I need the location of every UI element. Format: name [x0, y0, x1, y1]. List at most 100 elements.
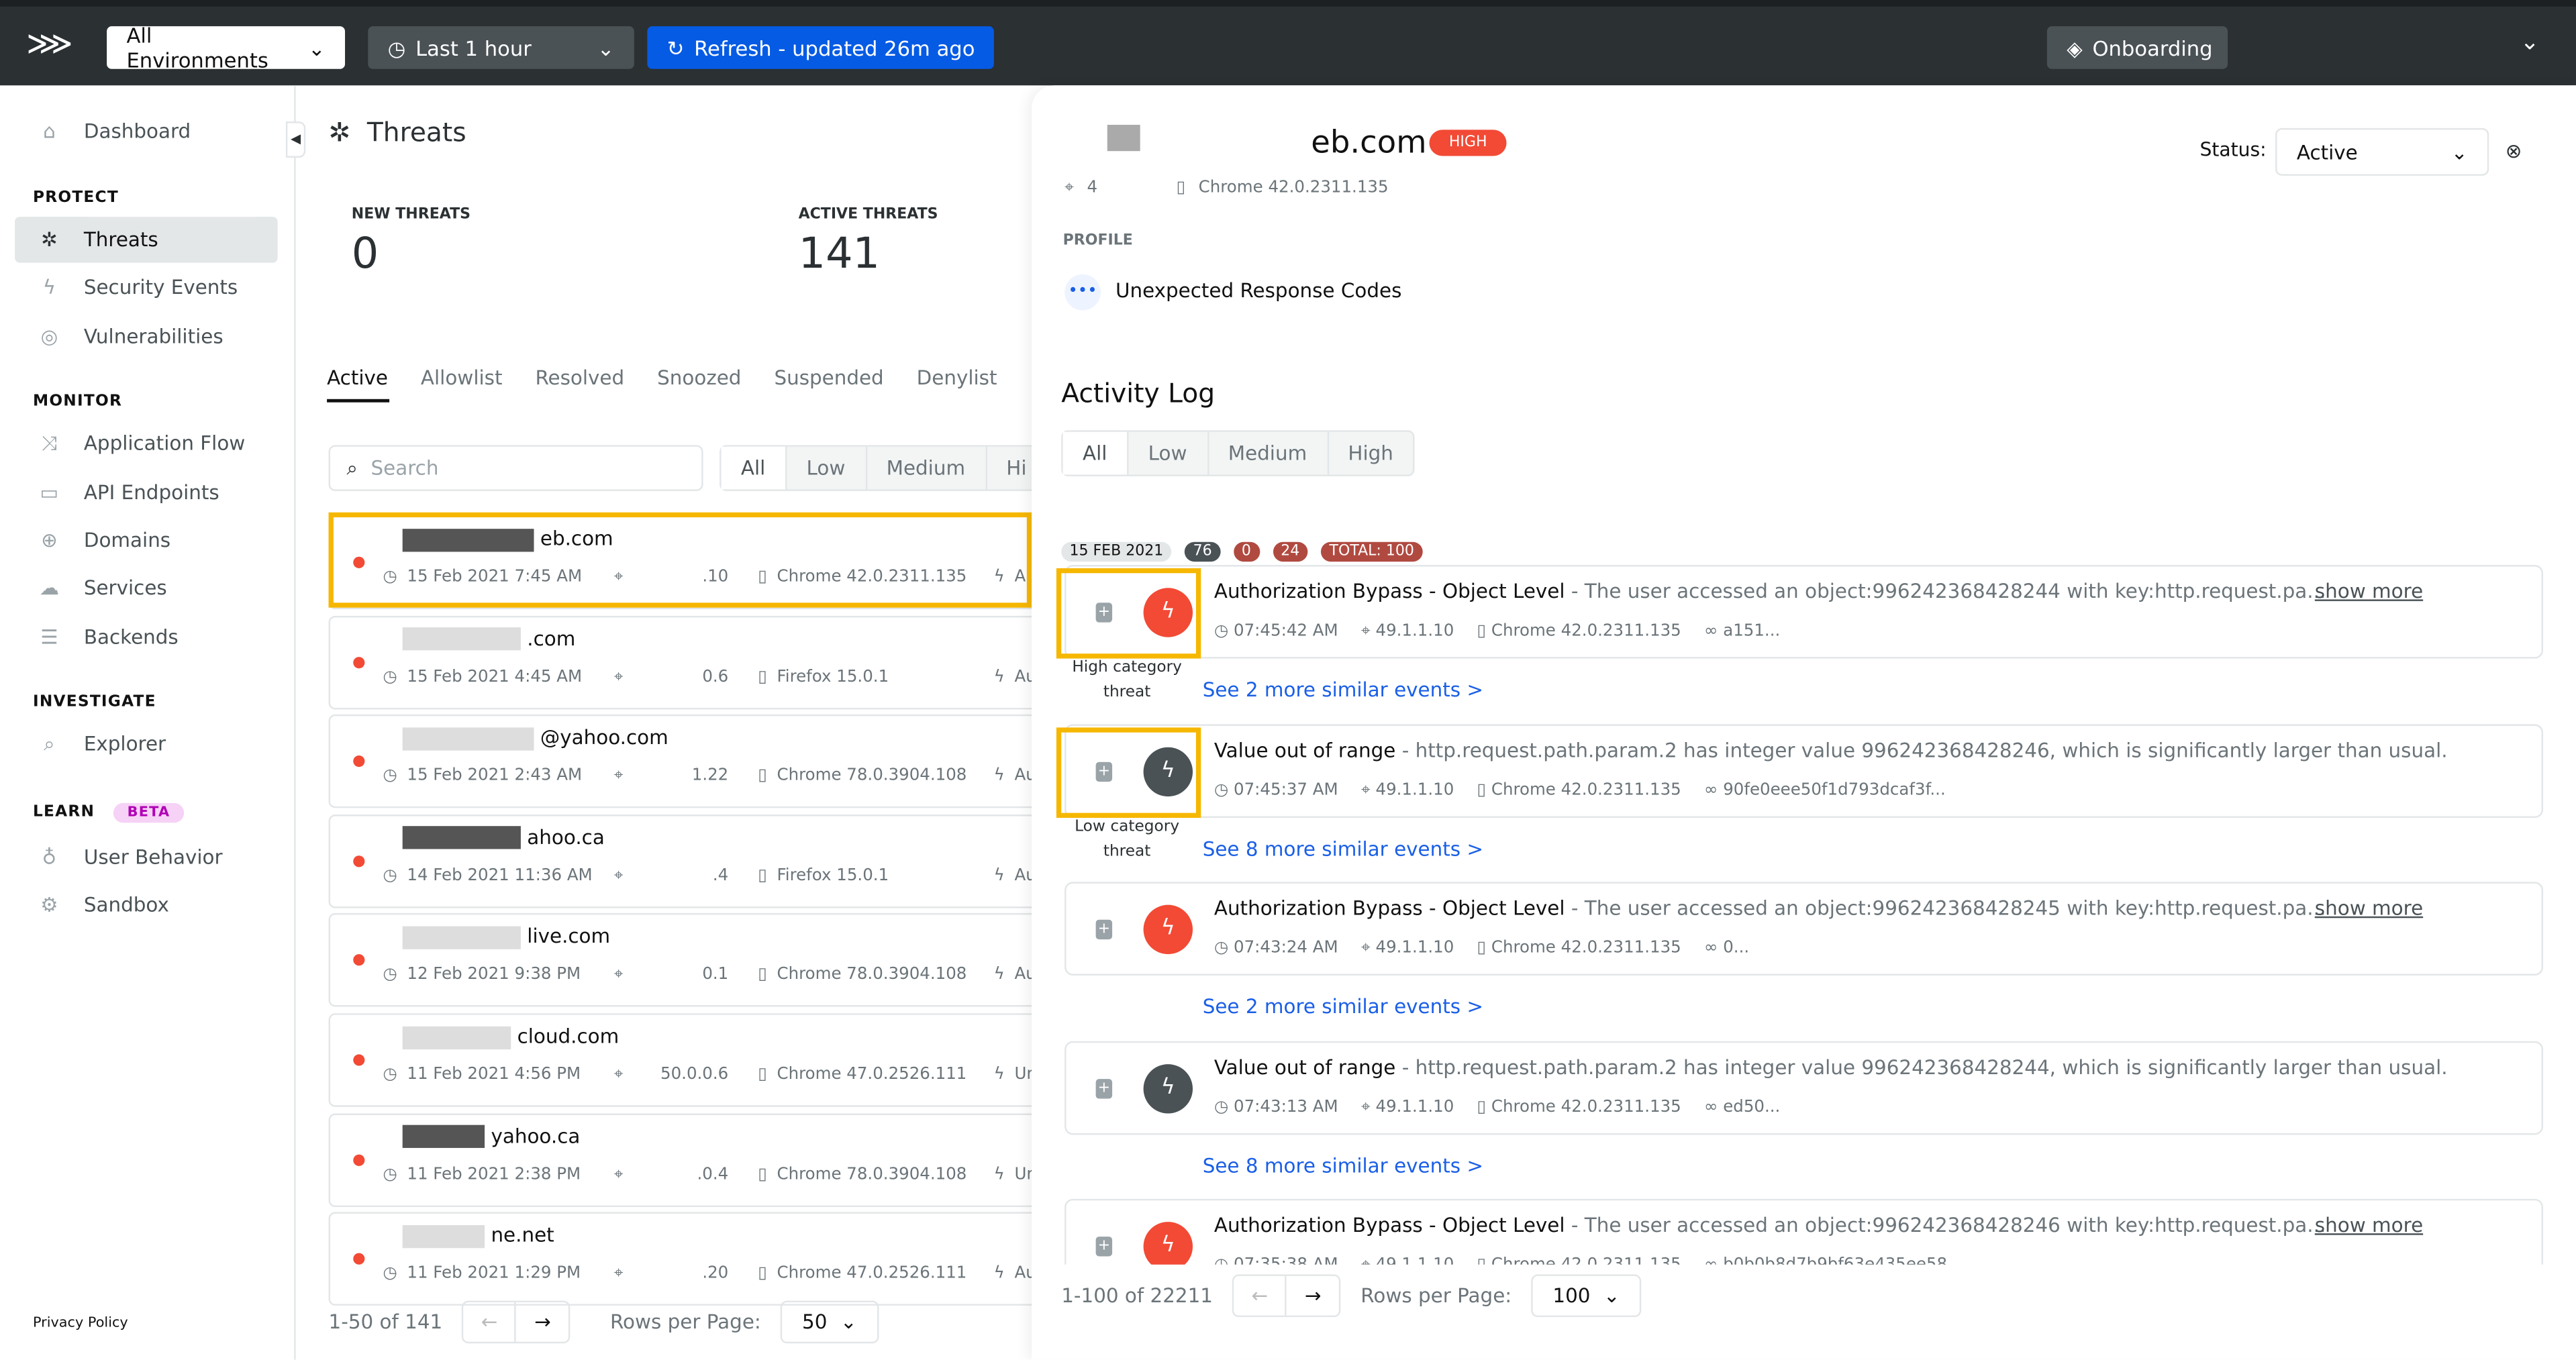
threat-time: 15 Feb 2021 2:43 AM — [407, 767, 583, 786]
sidebar-item-backends[interactable]: ☰ Backends — [15, 614, 278, 660]
event-time: 07:45:42 AM — [1234, 622, 1338, 641]
sidebar-item-services[interactable]: ☁ Services — [15, 565, 278, 611]
clock-icon: ◷ — [1213, 781, 1229, 800]
sidebar-item-api-endpoints[interactable]: ▭ API Endpoints — [15, 470, 278, 516]
logo-icon[interactable]: ⋙ — [26, 23, 73, 62]
rows-per-page-value: 100 — [1552, 1284, 1591, 1308]
activity-pagination: 1-100 of 22211 ← → Rows per Page: 100 ⌄ — [1061, 1274, 1642, 1318]
beta-badge: BETA — [114, 802, 183, 823]
device-icon: ▯ — [758, 1065, 767, 1084]
filter-low[interactable]: Low — [785, 446, 865, 490]
session-icon: ∞ — [1703, 1098, 1718, 1116]
rows-per-page-label: Rows per Page: — [609, 1310, 761, 1334]
activity-event[interactable]: + ϟ Authorization Bypass - Object Level … — [1064, 882, 2544, 976]
filter-all[interactable]: All — [721, 446, 785, 490]
threat-row[interactable]: cloud.com ◷ 11 Feb 2021 4:56 PM ⌖ 50.0.0.6 ▯… — [328, 1013, 1052, 1107]
see-similar-events-link[interactable]: See 8 more similar events > — [1203, 1154, 1483, 1177]
tab-suspended[interactable]: Suspended — [774, 366, 883, 389]
see-similar-events-link[interactable]: See 8 more similar events > — [1203, 837, 1483, 859]
sidebar-item-vulnerabilities[interactable]: ◎ Vulnerabilities — [15, 314, 278, 360]
privacy-policy-link[interactable]: Privacy Policy — [33, 1316, 128, 1332]
severity-dot — [353, 1253, 365, 1265]
environment-label: All Environments — [126, 23, 268, 72]
sidebar-item-sandbox[interactable]: ⚙ Sandbox — [15, 882, 278, 928]
tab-resolved[interactable]: Resolved — [535, 366, 624, 389]
chevron-down-icon: ⌄ — [307, 35, 326, 60]
location-icon: ⌖ — [613, 1165, 624, 1184]
environment-dropdown[interactable]: All Environments ⌄ — [107, 23, 346, 72]
database-icon: ☰ — [40, 625, 58, 649]
event-browser: Chrome 42.0.2311.135 — [1491, 622, 1681, 641]
search-placeholder: Search — [370, 456, 439, 480]
tab-denylist[interactable]: Denylist — [917, 366, 997, 389]
next-page-button[interactable]: → — [516, 1302, 568, 1342]
rows-per-page-select[interactable]: 50 ⌄ — [781, 1300, 879, 1344]
sidebar-item-application-flow[interactable]: ⤨ Application Flow — [15, 421, 278, 467]
collapse-sidebar-button[interactable]: ◀ — [285, 121, 306, 158]
event-description: - The user accessed an object:9962423684… — [1565, 896, 2326, 921]
threat-row[interactable]: live.com ◷ 12 Feb 2021 9:38 PM ⌖ 0.1 ▯ Chrome… — [328, 913, 1052, 1008]
threat-name: ahoo.ca — [527, 825, 605, 849]
next-page-button[interactable]: → — [1287, 1276, 1339, 1316]
section-protect: PROTECT — [32, 189, 119, 207]
show-more-link[interactable]: show more — [2315, 580, 2423, 603]
sidebar-item-label: Backends — [83, 625, 179, 649]
threat-row[interactable]: .com ◷ 15 Feb 2021 4:45 AM ⌖ 0.6 ▯ Firefox 15… — [328, 615, 1052, 709]
lightning-icon: ϟ — [1143, 905, 1193, 955]
threat-ip: .4 — [712, 866, 729, 885]
activity-event[interactable]: + ϟ Value out of range - http.request.pa… — [1064, 723, 2544, 817]
sidebar-item-user-behavior[interactable]: ♁ User Behavior — [15, 834, 278, 880]
show-more-link[interactable]: show more — [2315, 897, 2423, 920]
device-icon: ▯ — [758, 866, 767, 885]
onboarding-button[interactable]: ◈ Onboarding — [2046, 26, 2228, 69]
threat-ip: 0.6 — [702, 668, 729, 686]
threat-row[interactable]: ne.net ◷ 11 Feb 2021 1:29 PM ⌖ .20 ▯ Chrome 4… — [328, 1212, 1052, 1306]
rows-per-page-select[interactable]: 100 ⌄ — [1531, 1274, 1642, 1318]
threat-row[interactable]: ahoo.ca ◷ 14 Feb 2021 11:36 AM ⌖ .4 ▯ Firefox… — [328, 814, 1052, 908]
threat-row[interactable]: yahoo.ca ◷ 11 Feb 2021 2:38 PM ⌖ .0.4 ▯ Chrom… — [328, 1112, 1052, 1207]
tab-allowlist[interactable]: Allowlist — [421, 366, 503, 389]
severity-dot — [353, 755, 365, 768]
time-range-dropdown[interactable]: ◷ Last 1 hour ⌄ — [368, 26, 634, 69]
location-icon: ⌖ — [613, 866, 624, 885]
sidebar-item-threats[interactable]: ✲ Threats — [15, 217, 278, 263]
threat-time: 12 Feb 2021 9:38 PM — [407, 966, 581, 985]
activity-event[interactable]: + ϟ Authorization Bypass - Object Level … — [1064, 1199, 2544, 1265]
threat-time: 14 Feb 2021 11:36 AM — [407, 866, 593, 885]
activity-event[interactable]: + ϟ Value out of range - http.request.pa… — [1064, 1041, 2544, 1135]
threat-row[interactable]: @yahoo.com ◷ 15 Feb 2021 2:43 AM ⌖ 1.22 ▯ Chr… — [328, 715, 1052, 808]
event-time: 07:35:38 AM — [1234, 1257, 1338, 1264]
threats-pagination: 1-50 of 141 ← → Rows per Page: 50 ⌄ — [329, 1300, 879, 1344]
event-session: a151... — [1723, 622, 1781, 641]
sidebar-item-security-events[interactable]: ϟ Security Events — [15, 264, 278, 311]
tab-active[interactable]: Active — [327, 366, 388, 389]
prev-page-button[interactable]: ← — [1234, 1275, 1287, 1316]
threat-name: live.com — [527, 925, 611, 949]
show-more-link[interactable]: show more — [2315, 1214, 2423, 1237]
chevron-down-icon: ⌄ — [597, 35, 615, 60]
expand-icon[interactable]: + — [1095, 1078, 1113, 1099]
threat-ip: 50.0.0.6 — [660, 1065, 729, 1084]
clock-icon: ◷ — [383, 668, 397, 686]
prev-page-button[interactable]: ← — [464, 1302, 517, 1342]
expand-icon[interactable]: + — [1095, 920, 1113, 940]
event-title: Authorization Bypass - Object Level — [1213, 896, 1565, 921]
filter-medium[interactable]: Medium — [864, 446, 985, 490]
see-similar-events-link[interactable]: See 2 more similar events > — [1203, 678, 1483, 701]
activity-event[interactable]: + ϟ Authorization Bypass - Object Level … — [1064, 565, 2544, 659]
session-icon: ∞ — [1703, 622, 1718, 641]
sidebar-item-dashboard[interactable]: ⌂ Dashboard — [15, 109, 278, 155]
sidebar-item-domains[interactable]: ⊕ Domains — [15, 517, 278, 564]
see-similar-events-link[interactable]: See 2 more similar events > — [1203, 996, 1483, 1018]
tab-snoozed[interactable]: Snoozed — [657, 366, 741, 389]
expand-icon[interactable]: + — [1095, 1237, 1113, 1257]
highlight-box — [328, 512, 1032, 608]
threat-time: 11 Feb 2021 1:29 PM — [407, 1265, 581, 1284]
device-icon: ▯ — [1477, 1257, 1487, 1264]
sidebar-item-explorer[interactable]: ⌕ Explorer — [15, 721, 278, 768]
location-icon: ⌖ — [613, 1265, 624, 1284]
sidebar-item-label: Threats — [83, 228, 158, 252]
refresh-button[interactable]: ↻ Refresh - updated 26m ago — [647, 26, 995, 69]
search-input[interactable]: ⌕ Search — [328, 445, 703, 491]
chevron-down-icon[interactable]: ⌄ — [2520, 30, 2540, 56]
